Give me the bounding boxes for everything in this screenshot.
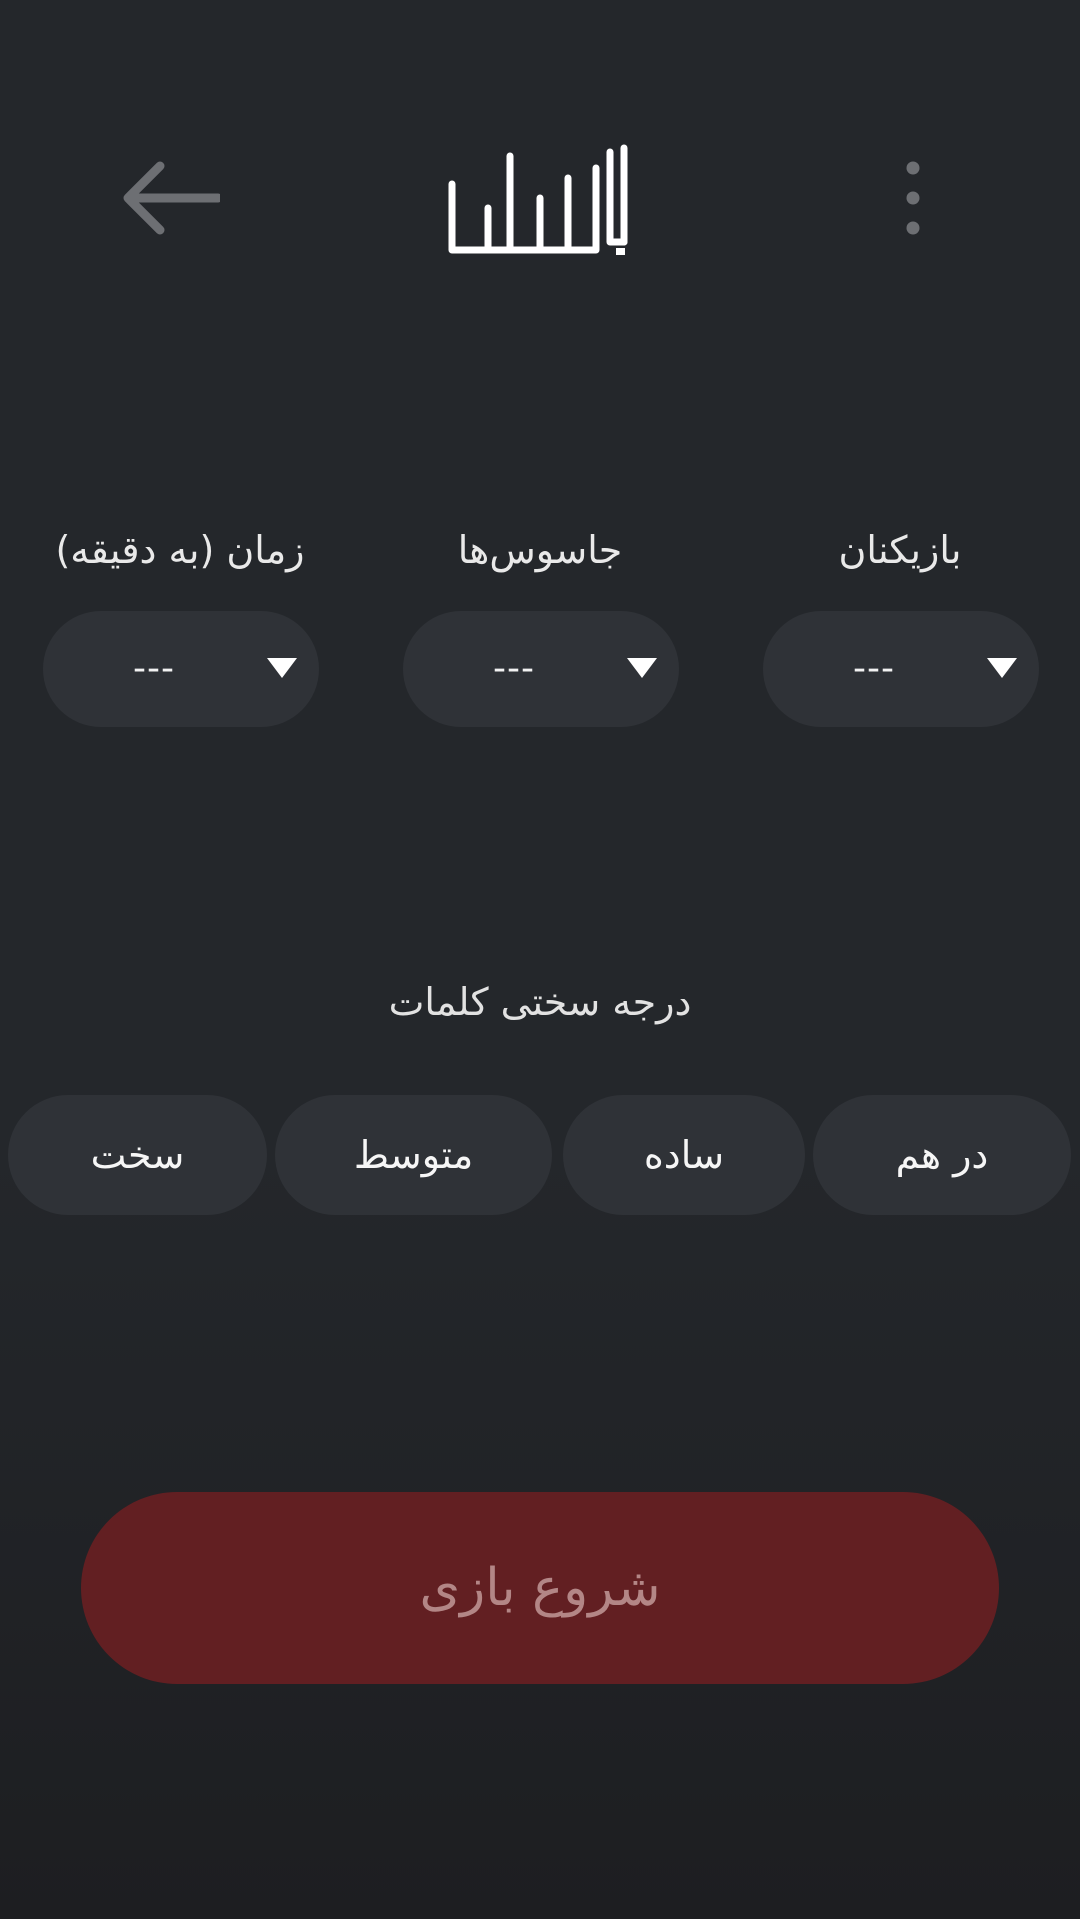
- difficulty-title: درجه سختی کلمات: [388, 980, 692, 1024]
- time-label: زمان (به دقیقه): [55, 528, 305, 572]
- difficulty-hard-button[interactable]: سخت: [8, 1095, 267, 1215]
- spies-value: ---: [493, 648, 535, 689]
- dropdown-arrow-icon: [627, 658, 657, 678]
- more-vertical-icon[interactable]: [898, 158, 928, 242]
- difficulty-mixed-button[interactable]: در هم: [813, 1095, 1071, 1215]
- difficulty-medium-button[interactable]: متوسط: [275, 1095, 552, 1215]
- app-logo: [448, 144, 628, 255]
- dropdown-arrow-icon: [267, 658, 297, 678]
- time-dropdown[interactable]: ---: [43, 611, 319, 727]
- back-arrow-icon[interactable]: [120, 160, 220, 236]
- spies-label: جاسوس‌ها: [457, 528, 623, 572]
- players-value: ---: [853, 648, 895, 689]
- players-label: بازیکنان: [838, 528, 962, 572]
- difficulty-easy-button[interactable]: ساده: [563, 1095, 805, 1215]
- spies-dropdown[interactable]: ---: [403, 611, 679, 727]
- players-dropdown[interactable]: ---: [763, 611, 1039, 727]
- time-value: ---: [133, 648, 175, 689]
- start-game-button[interactable]: شروع بازی: [81, 1492, 999, 1684]
- dropdown-arrow-icon: [987, 658, 1017, 678]
